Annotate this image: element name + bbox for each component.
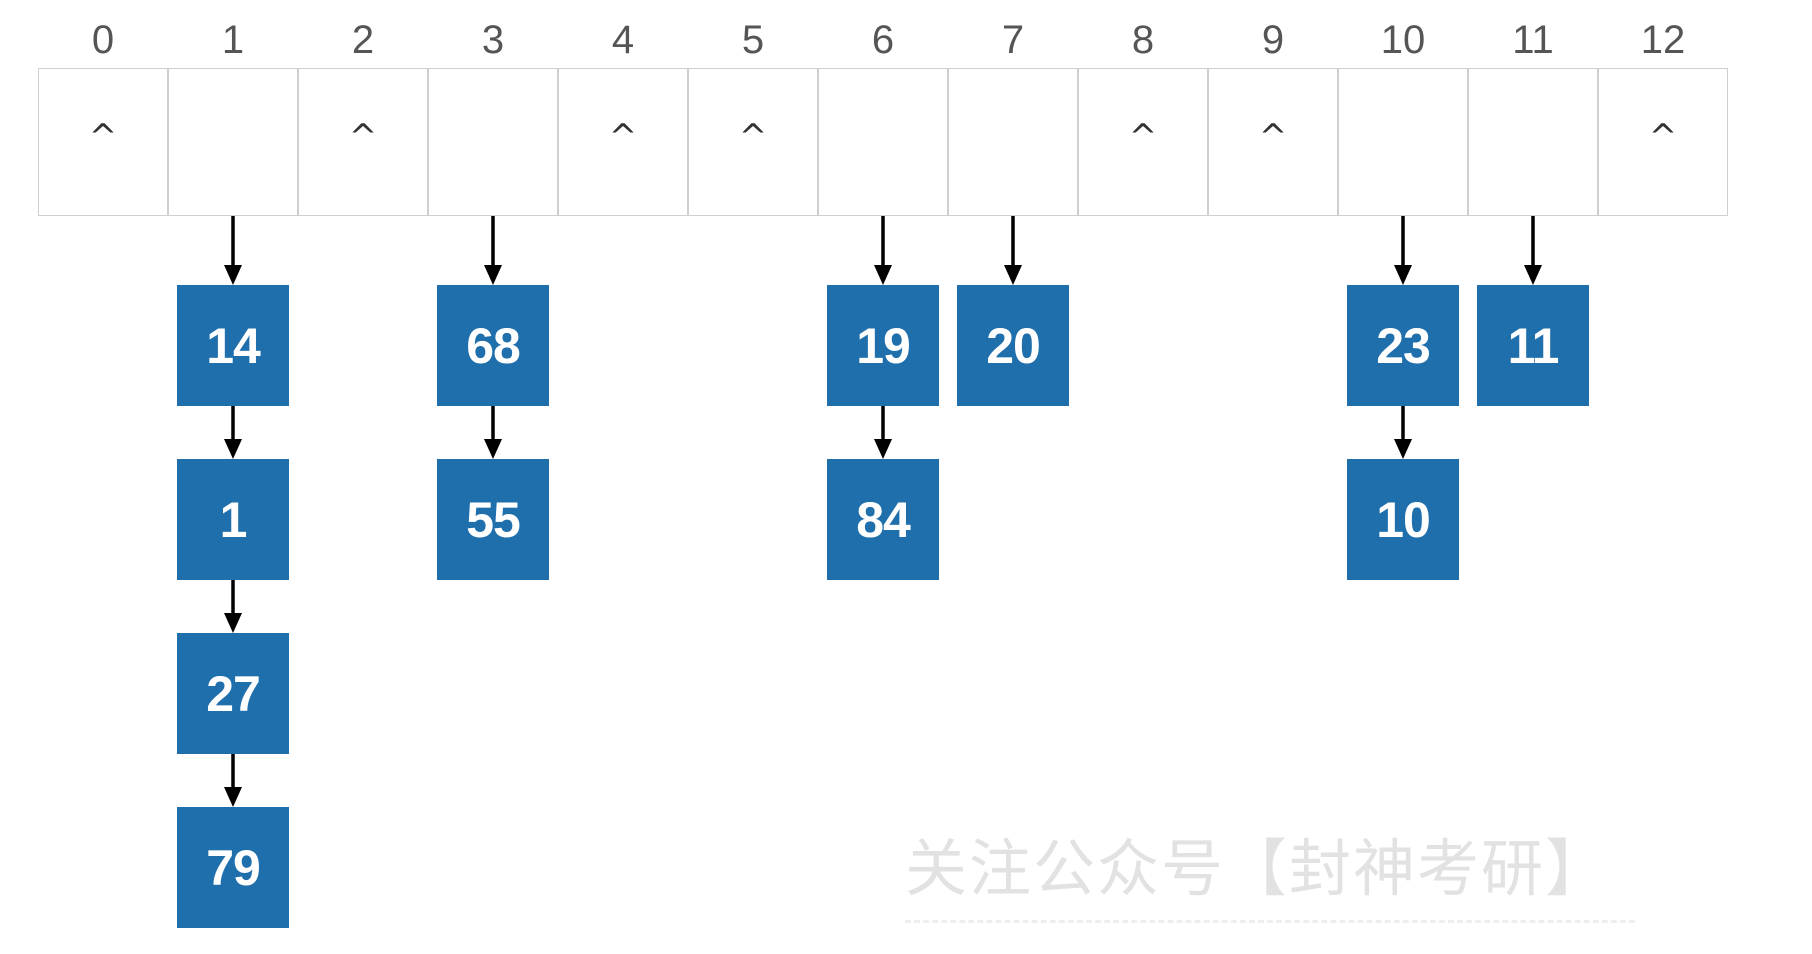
list-node-1-0: 14	[177, 285, 289, 406]
next-pointer-1-1-head	[224, 613, 242, 633]
next-pointer-6-0-head	[874, 439, 892, 459]
index-label-6: 6	[871, 18, 895, 62]
index-label-4: 4	[611, 18, 635, 62]
index-label-1: 1	[221, 18, 245, 62]
bucket-cell-7	[948, 68, 1078, 216]
bucket-cell-6	[818, 68, 948, 216]
list-node-3-0: 68	[437, 285, 549, 406]
index-label-8: 8	[1131, 18, 1155, 62]
index-label-2: 2	[351, 18, 375, 62]
list-node-6-1: 84	[827, 459, 939, 580]
next-pointer-3-0-head	[484, 439, 502, 459]
bucket-cell-1	[168, 68, 298, 216]
null-pointer-12: ^	[1648, 117, 1678, 157]
next-pointer-10-0-head	[1394, 439, 1412, 459]
index-label-11: 11	[1512, 18, 1554, 62]
list-node-3-1: 55	[437, 459, 549, 580]
watermark-divider	[905, 920, 1635, 923]
index-label-12: 12	[1640, 18, 1686, 62]
index-label-0: 0	[91, 18, 115, 62]
index-label-5: 5	[741, 18, 765, 62]
null-pointer-2: ^	[348, 117, 378, 157]
list-node-1-3: 79	[177, 807, 289, 928]
bucket-pointer-1-head	[224, 265, 242, 285]
bucket-cell-3	[428, 68, 558, 216]
list-node-10-1: 10	[1347, 459, 1459, 580]
next-pointer-1-2-head	[224, 787, 242, 807]
null-pointer-0: ^	[88, 117, 118, 157]
null-pointer-5: ^	[738, 117, 768, 157]
list-node-1-1: 1	[177, 459, 289, 580]
hash-table-diagram: 0 ^ 1 14 1 27 79 2 ^ 3 68 55 4 ^ 5 ^ 6 19 84 7 20 8 ^ 9 ^ 10 23 10 1…	[0, 0, 1812, 954]
list-node-6-0: 19	[827, 285, 939, 406]
index-label-7: 7	[1001, 18, 1025, 62]
list-node-10-0: 23	[1347, 285, 1459, 406]
bucket-pointer-11-head	[1524, 265, 1542, 285]
list-node-11-0: 11	[1477, 285, 1589, 406]
bucket-cell-11	[1468, 68, 1598, 216]
bucket-pointer-7-head	[1004, 265, 1022, 285]
list-node-7-0: 20	[957, 285, 1069, 406]
next-pointer-1-0-head	[224, 439, 242, 459]
bucket-pointer-6-head	[874, 265, 892, 285]
null-pointer-9: ^	[1258, 117, 1288, 157]
null-pointer-8: ^	[1128, 117, 1158, 157]
bucket-pointer-3-head	[484, 265, 502, 285]
bucket-cell-10	[1338, 68, 1468, 216]
bucket-pointer-10-head	[1394, 265, 1412, 285]
null-pointer-4: ^	[608, 117, 638, 157]
index-label-10: 10	[1380, 18, 1426, 62]
index-label-3: 3	[481, 18, 505, 62]
watermark-text: 关注公众号【封神考研】	[905, 832, 1610, 905]
list-node-1-2: 27	[177, 633, 289, 754]
index-label-9: 9	[1261, 18, 1285, 62]
